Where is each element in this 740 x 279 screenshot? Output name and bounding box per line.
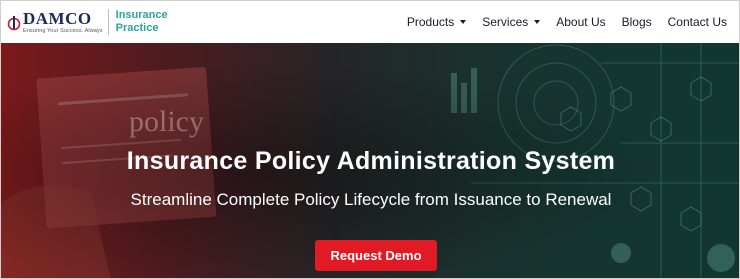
hero-subtitle: Streamline Complete Policy Lifecycle fro… xyxy=(130,190,612,209)
practice-line-2: Practice xyxy=(115,22,159,34)
practice-line-1: Insurance xyxy=(115,9,168,21)
request-demo-button[interactable]: Request Demo xyxy=(315,240,437,271)
brand-text: DAMCO Ensuring Your Success. Always xyxy=(23,10,103,35)
nav-item-services[interactable]: Services xyxy=(474,15,548,29)
caret-down-icon xyxy=(460,20,467,24)
nav-item-label: Products xyxy=(406,15,455,29)
logo-divider xyxy=(107,9,109,35)
site-header: DAMCO Ensuring Your Success. Always Insu… xyxy=(1,1,739,43)
nav-item-products[interactable]: Products xyxy=(399,15,474,29)
nav-item-label: About Us xyxy=(556,15,606,29)
brand-logo[interactable]: DAMCO Ensuring Your Success. Always Insu… xyxy=(7,7,168,37)
brand-tagline: Ensuring Your Success. Always xyxy=(23,27,103,34)
nav-item-label: Contact Us xyxy=(667,15,727,29)
practice-label: Insurance Practice xyxy=(116,9,168,35)
damco-logo-icon xyxy=(7,15,21,31)
hero-title: Insurance Policy Administration System xyxy=(126,147,616,175)
nav-item-contact-us[interactable]: Contact Us xyxy=(660,15,735,29)
main-nav: Products Services About Us Blogs Contact… xyxy=(399,1,735,43)
nav-item-label: Blogs xyxy=(621,15,652,29)
hero-banner: policy xyxy=(1,43,739,278)
nav-item-blogs[interactable]: Blogs xyxy=(614,15,660,29)
nav-item-label: Services xyxy=(482,15,529,29)
page-frame: DAMCO Ensuring Your Success. Always Insu… xyxy=(0,0,740,279)
nav-item-about-us[interactable]: About Us xyxy=(548,15,613,29)
caret-down-icon xyxy=(534,20,541,24)
brand-name: DAMCO xyxy=(23,8,92,28)
